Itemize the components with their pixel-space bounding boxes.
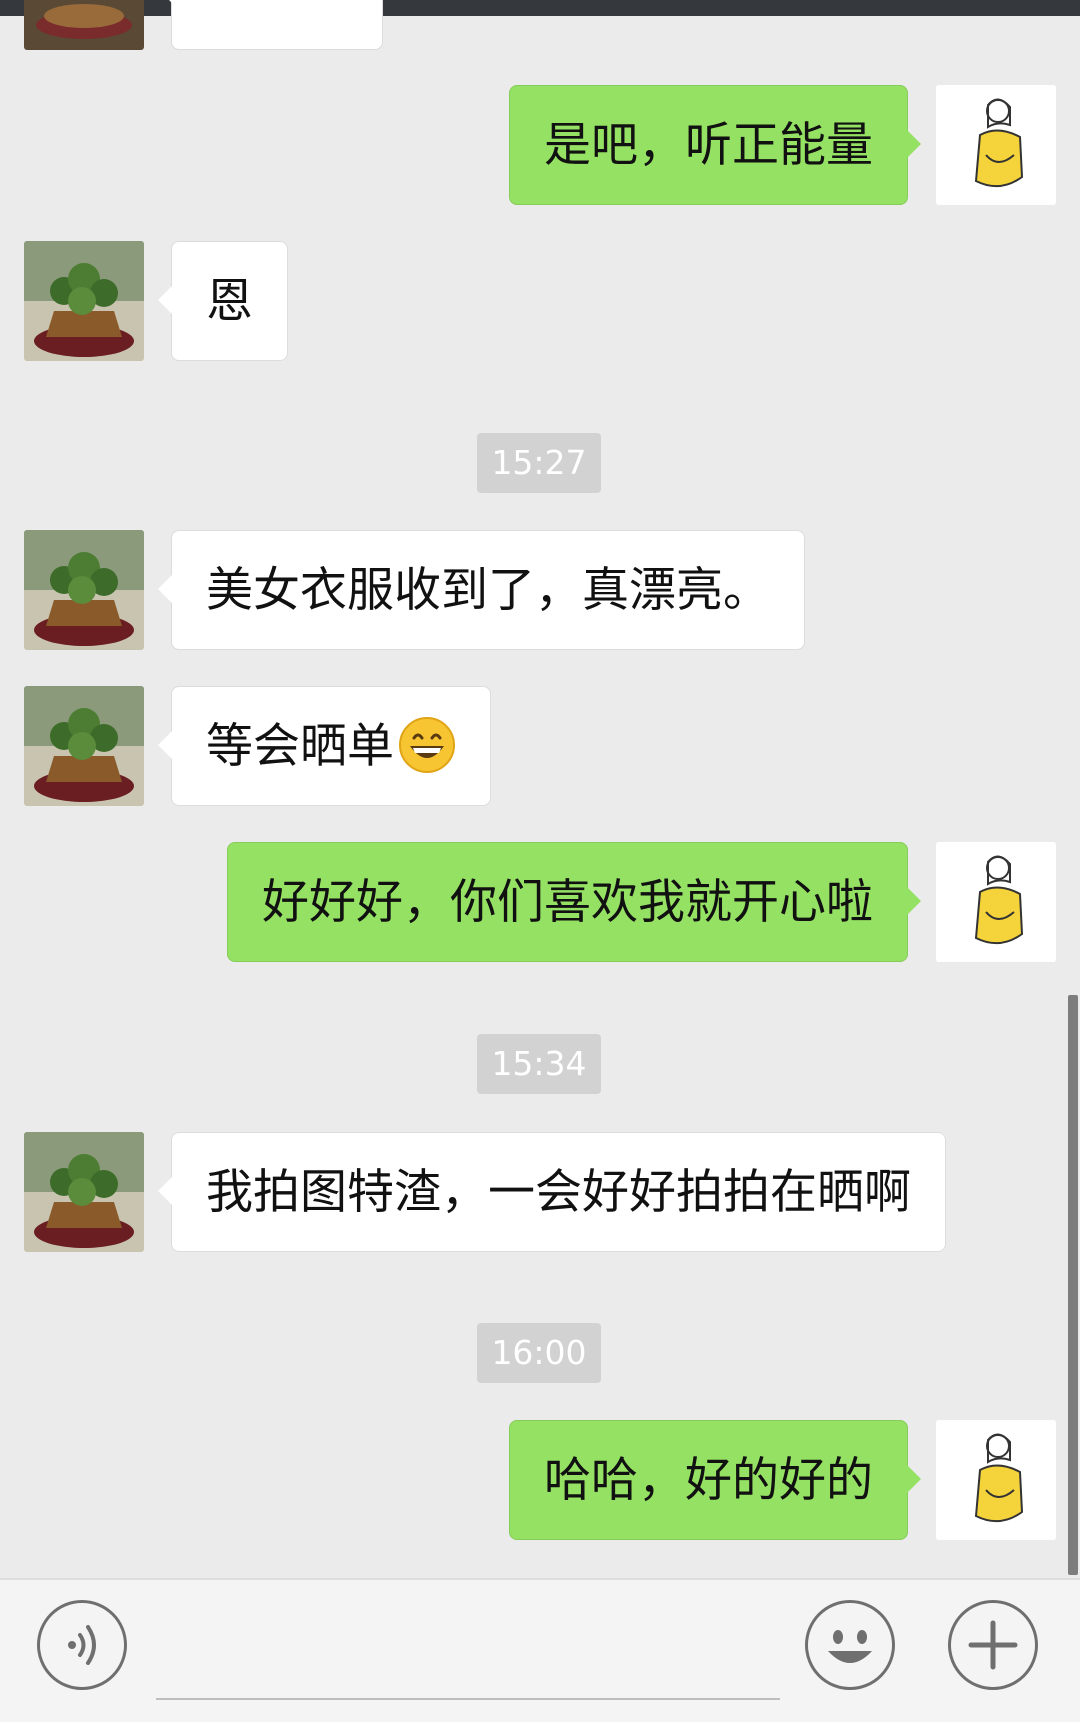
voice-input-button[interactable]	[37, 1600, 127, 1690]
message-bubble[interactable]: 我拍图特渣，一会好好拍拍在晒啊	[158, 1132, 946, 1252]
message-text: 哈哈，好的好的	[544, 1453, 873, 1508]
contact-avatar[interactable]	[24, 686, 144, 806]
timestamp: 15:27	[477, 433, 601, 493]
my-avatar[interactable]	[936, 842, 1056, 962]
message-text: 好好好，你们喜欢我就开心啦	[262, 875, 873, 930]
message-bubble[interactable]: 恩	[158, 241, 288, 361]
message-text: 是吧，听正能量	[544, 118, 873, 173]
timestamp: 16:00	[477, 1323, 601, 1383]
contact-avatar[interactable]	[24, 0, 144, 50]
message-bubble[interactable]: 哈哈，好的好的	[509, 1420, 921, 1540]
scrollbar[interactable]	[1068, 995, 1078, 1575]
more-button[interactable]	[948, 1600, 1038, 1690]
message-text: 美女衣服收到了，真漂亮。	[206, 563, 770, 618]
message-text: 我拍图特渣，一会好好拍拍在晒啊	[206, 1165, 911, 1220]
input-bar	[0, 1578, 1080, 1722]
contact-avatar[interactable]	[24, 241, 144, 361]
timestamp: 15:34	[477, 1034, 601, 1094]
message-text: 等会晒单	[206, 719, 394, 774]
message-bubble[interactable]: 等会晒单	[158, 686, 491, 806]
message-text: 恩	[206, 274, 253, 329]
contact-avatar[interactable]	[24, 1132, 144, 1252]
grinning-face-icon	[398, 699, 456, 819]
my-avatar[interactable]	[936, 85, 1056, 205]
message-bubble[interactable]: 是吧，听正能量	[509, 85, 921, 205]
contact-avatar[interactable]	[24, 530, 144, 650]
my-avatar[interactable]	[936, 1420, 1056, 1540]
message-bubble[interactable]: 好好好，你们喜欢我就开心啦	[227, 842, 921, 962]
emoji-button[interactable]	[805, 1600, 895, 1690]
message-input[interactable]	[156, 1698, 780, 1700]
message-bubble[interactable]: 美女衣服收到了，真漂亮。	[158, 530, 805, 650]
